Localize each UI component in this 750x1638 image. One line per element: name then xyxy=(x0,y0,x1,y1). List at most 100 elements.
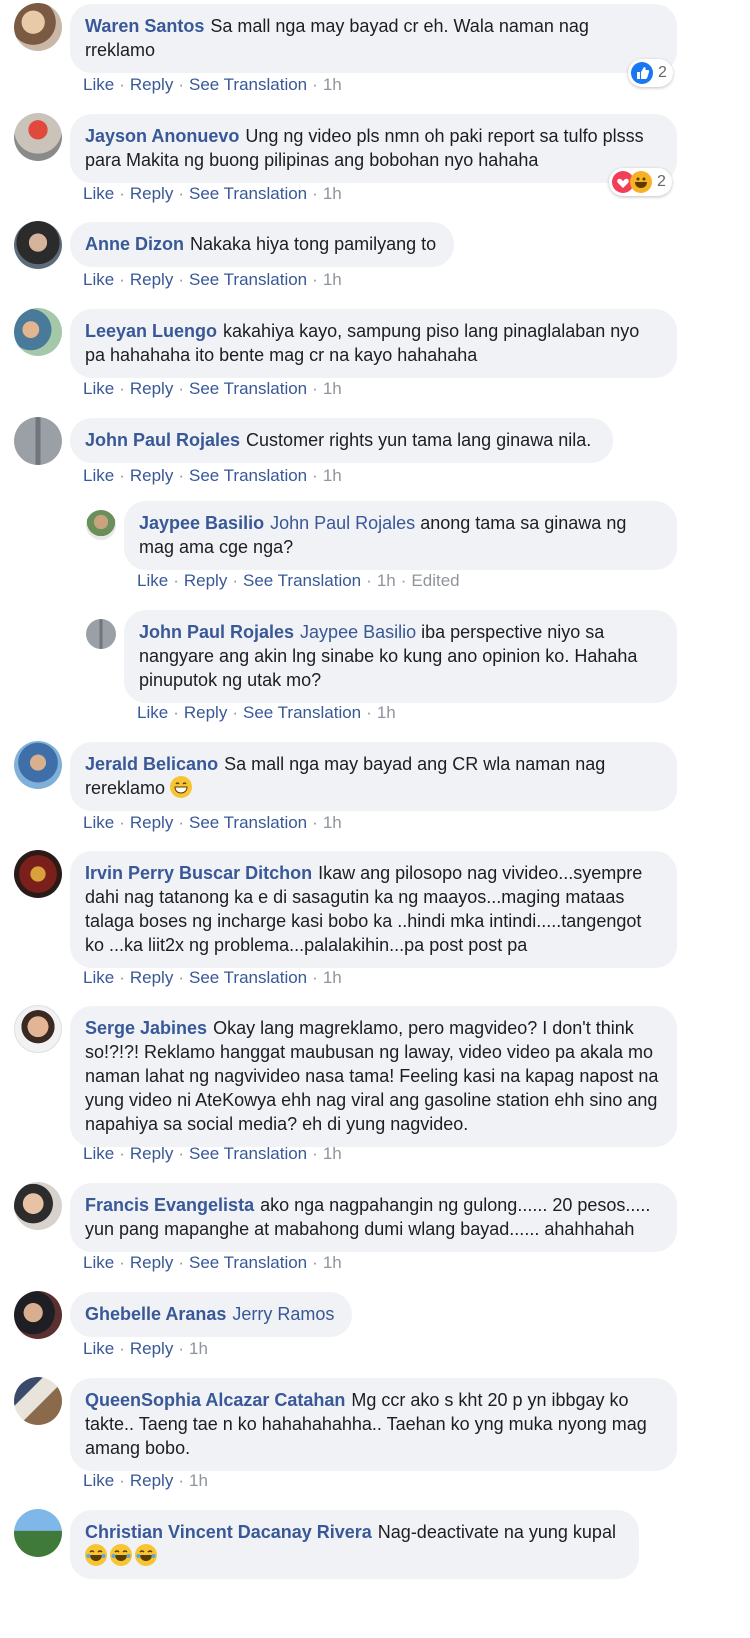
comment-actions: Like · Reply · See Translation · 1h xyxy=(83,813,342,832)
timestamp[interactable]: 1h xyxy=(377,703,396,722)
like-link[interactable]: Like xyxy=(137,571,168,590)
timestamp[interactable]: 1h xyxy=(377,571,396,590)
comment-bubble: Anne Dizon Nakaka hiya tong pamilyang to xyxy=(70,222,454,267)
reply-link[interactable]: Reply xyxy=(184,571,227,590)
comment-actions: Like · Reply · See Translation · 1h xyxy=(83,1253,342,1272)
comment-bubble: Jerald Belicano Sa mall nga may bayad ang… xyxy=(70,742,677,811)
reply-link[interactable]: Reply xyxy=(130,1471,173,1490)
timestamp[interactable]: 1h xyxy=(323,968,342,987)
timestamp[interactable]: 1h xyxy=(323,379,342,398)
see-translation-link[interactable]: See Translation xyxy=(189,1144,307,1163)
comment-author[interactable]: Irvin Perry Buscar Ditchon xyxy=(85,863,312,883)
reply-link[interactable]: Reply xyxy=(130,466,173,485)
comment-author[interactable]: John Paul Rojales xyxy=(139,622,294,642)
like-link[interactable]: Like xyxy=(83,813,114,832)
comment-author[interactable]: Ghebelle Aranas xyxy=(85,1304,226,1324)
avatar[interactable] xyxy=(14,113,62,161)
comment-author[interactable]: Francis Evangelista xyxy=(85,1195,254,1215)
avatar[interactable] xyxy=(86,619,116,649)
comment-bubble: Jaypee Basilio John Paul Rojales anong ta… xyxy=(124,501,677,570)
timestamp[interactable]: 1h xyxy=(323,1144,342,1163)
like-link[interactable]: Like xyxy=(83,466,114,485)
comment-author[interactable]: Waren Santos xyxy=(85,16,204,36)
avatar[interactable] xyxy=(14,308,62,356)
reply-link[interactable]: Reply xyxy=(184,703,227,722)
reply-link[interactable]: Reply xyxy=(130,1339,173,1358)
comment-bubble: Ghebelle Aranas Jerry Ramos xyxy=(70,1292,352,1337)
comment-author[interactable]: Jayson Anonuevo xyxy=(85,126,239,146)
reply-link[interactable]: Reply xyxy=(130,1253,173,1272)
like-link[interactable]: Like xyxy=(83,1144,114,1163)
see-translation-link[interactable]: See Translation xyxy=(189,813,307,832)
reply-link[interactable]: Reply xyxy=(130,270,173,289)
timestamp[interactable]: 1h xyxy=(323,184,342,203)
timestamp[interactable]: 1h xyxy=(189,1339,208,1358)
comment-actions: Like · Reply · See Translation · 1h xyxy=(83,379,342,398)
reply-link[interactable]: Reply xyxy=(130,968,173,987)
comment-bubble: John Paul Rojales Customer rights yun tam… xyxy=(70,418,613,463)
timestamp[interactable]: 1h xyxy=(323,1253,342,1272)
reaction-summary[interactable]: 2 xyxy=(628,59,673,87)
comment-actions: Like · Reply · 1h xyxy=(83,1471,208,1490)
see-translation-link[interactable]: See Translation xyxy=(189,184,307,203)
see-translation-link[interactable]: See Translation xyxy=(243,703,361,722)
reply-link[interactable]: Reply xyxy=(130,1144,173,1163)
comment-author[interactable]: Jerald Belicano xyxy=(85,754,218,774)
comment-author[interactable]: QueenSophia Alcazar Catahan xyxy=(85,1390,345,1410)
avatar[interactable] xyxy=(14,1509,62,1557)
timestamp[interactable]: 1h xyxy=(323,466,342,485)
see-translation-link[interactable]: See Translation xyxy=(243,571,361,590)
like-link[interactable]: Like xyxy=(83,379,114,398)
avatar[interactable] xyxy=(86,510,116,540)
mention-link[interactable]: John Paul Rojales xyxy=(270,513,415,533)
see-translation-link[interactable]: See Translation xyxy=(189,75,307,94)
mention-link[interactable]: Jaypee Basilio xyxy=(300,622,416,642)
comment-author[interactable]: Anne Dizon xyxy=(85,234,184,254)
avatar[interactable] xyxy=(14,1182,62,1230)
avatar[interactable] xyxy=(14,850,62,898)
see-translation-link[interactable]: See Translation xyxy=(189,379,307,398)
comment-bubble: Jayson Anonuevo Ung ng video pls nmn oh p… xyxy=(70,114,677,183)
like-link[interactable]: Like xyxy=(83,184,114,203)
see-translation-link[interactable]: See Translation xyxy=(189,270,307,289)
like-link[interactable]: Like xyxy=(137,703,168,722)
avatar[interactable] xyxy=(14,3,62,51)
comment-author[interactable]: Leeyan Luengo xyxy=(85,321,217,341)
like-link[interactable]: Like xyxy=(83,968,114,987)
avatar[interactable] xyxy=(14,741,62,789)
reply-link[interactable]: Reply xyxy=(130,184,173,203)
timestamp[interactable]: 1h xyxy=(323,813,342,832)
like-link[interactable]: Like xyxy=(83,1253,114,1272)
reply-link[interactable]: Reply xyxy=(130,813,173,832)
comment-author[interactable]: Jaypee Basilio xyxy=(139,513,264,533)
comment-actions: Like · Reply · 1h xyxy=(83,1339,208,1358)
avatar[interactable] xyxy=(14,1291,62,1339)
comment-bubble: John Paul Rojales Jaypee Basilio iba pers… xyxy=(124,610,677,703)
comment-author[interactable]: Christian Vincent Dacanay Rivera xyxy=(85,1522,372,1542)
like-reaction-icon xyxy=(631,62,653,84)
like-link[interactable]: Like xyxy=(83,270,114,289)
joy-emoji-icon xyxy=(110,1544,132,1566)
see-translation-link[interactable]: See Translation xyxy=(189,968,307,987)
reply-link[interactable]: Reply xyxy=(130,379,173,398)
see-translation-link[interactable]: See Translation xyxy=(189,466,307,485)
mention-link[interactable]: Jerry Ramos xyxy=(232,1304,334,1324)
timestamp[interactable]: 1h xyxy=(323,270,342,289)
timestamp[interactable]: 1h xyxy=(189,1471,208,1490)
like-link[interactable]: Like xyxy=(83,1471,114,1490)
edited-label[interactable]: Edited xyxy=(411,571,459,590)
avatar[interactable] xyxy=(14,221,62,269)
avatar[interactable] xyxy=(14,1005,62,1053)
joy-emoji-icon xyxy=(85,1544,107,1566)
reply-link[interactable]: Reply xyxy=(130,75,173,94)
see-translation-link[interactable]: See Translation xyxy=(189,1253,307,1272)
comment-author[interactable]: Serge Jabines xyxy=(85,1018,207,1038)
timestamp[interactable]: 1h xyxy=(323,75,342,94)
avatar[interactable] xyxy=(14,1377,62,1425)
comment-author[interactable]: John Paul Rojales xyxy=(85,430,240,450)
like-link[interactable]: Like xyxy=(83,1339,114,1358)
like-link[interactable]: Like xyxy=(83,75,114,94)
avatar[interactable] xyxy=(14,417,62,465)
reaction-summary[interactable]: 2 xyxy=(609,168,672,196)
comment-actions: Like · Reply · See Translation · 1h xyxy=(83,968,342,987)
